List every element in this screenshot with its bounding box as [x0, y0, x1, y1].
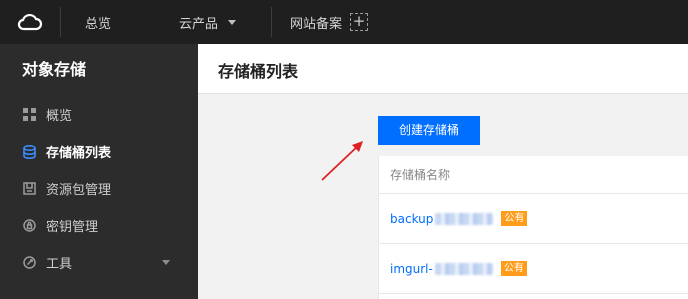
table-header-bucket-name: 存储桶名称	[379, 156, 688, 194]
sidebar-item-label: 工具	[46, 257, 73, 272]
sidebar-item-label: 密钥管理	[46, 220, 99, 235]
cloud-logo-icon[interactable]	[0, 0, 60, 44]
nav-site-record-label: 网站备案	[290, 16, 343, 32]
grid-icon	[22, 108, 36, 122]
sidebar-item-overview[interactable]: 概览	[0, 96, 198, 133]
wrench-icon	[22, 256, 36, 270]
sidebar-item-bucket-list[interactable]: 存储桶列表	[0, 133, 198, 170]
bucket-table: 存储桶名称 backup 公有 imgurl- 公有	[378, 156, 688, 299]
redacted-text	[434, 262, 493, 275]
sidebar-item-package-management[interactable]: 资源包管理	[0, 170, 198, 207]
nav-overview-label: 总览	[85, 16, 112, 32]
content-header: 存储桶列表	[198, 44, 688, 94]
bucket-name-link[interactable]: backup	[390, 212, 433, 226]
sidebar-item-key-management[interactable]: 密钥管理	[0, 207, 198, 244]
create-bucket-button[interactable]: 创建存储桶	[378, 116, 480, 145]
nav-cloud-products[interactable]: 云产品	[171, 0, 271, 44]
table-row: backup 公有	[379, 194, 688, 244]
sidebar: 对象存储 概览 存储桶列表 资源包管理 密钥管理 工具	[0, 44, 198, 299]
chevron-down-icon	[228, 19, 237, 25]
annotation-arrow-icon	[321, 141, 363, 181]
add-shortcut-icon[interactable]: +	[350, 13, 369, 31]
public-badge: 公有	[500, 261, 527, 276]
chevron-down-icon	[162, 260, 170, 265]
sidebar-item-label: 概览	[46, 109, 73, 124]
bucket-name-link[interactable]: imgurl-	[390, 262, 433, 276]
page-title: 存储桶列表	[218, 62, 299, 81]
sidebar-title: 对象存储	[22, 60, 87, 79]
public-badge: 公有	[501, 211, 528, 226]
sidebar-item-label: 资源包管理	[46, 183, 112, 198]
package-icon	[22, 182, 36, 196]
table-row: imgurl- 公有	[379, 244, 688, 294]
sidebar-item-label: 存储桶列表	[46, 146, 112, 161]
database-icon	[22, 144, 36, 159]
sidebar-item-tools[interactable]: 工具	[0, 244, 198, 281]
nav-overview[interactable]: 总览	[61, 0, 171, 44]
nav-cloud-products-label: 云产品	[179, 16, 219, 32]
redacted-text	[435, 212, 494, 225]
nav-site-record[interactable]: 网站备案	[272, 0, 350, 44]
top-navbar: 总览 云产品 网站备案 +	[0, 0, 688, 44]
lock-icon	[22, 219, 36, 233]
